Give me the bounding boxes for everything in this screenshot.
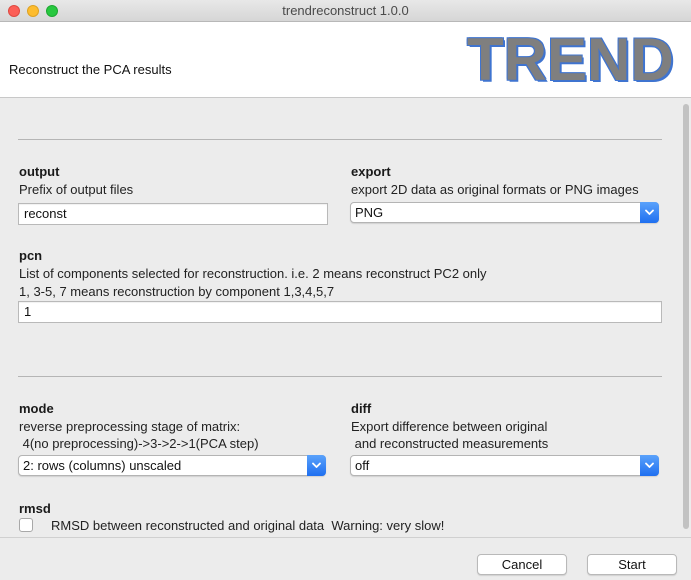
chevron-down-icon[interactable]	[640, 202, 659, 223]
rmsd-checkbox[interactable]	[19, 518, 33, 532]
section-divider	[18, 139, 662, 140]
start-button[interactable]: Start	[587, 554, 677, 575]
diff-select[interactable]: off	[350, 455, 659, 476]
mode-selected-value: 2: rows (columns) unscaled	[23, 458, 182, 473]
cancel-button[interactable]: Cancel	[477, 554, 567, 575]
export-selected-value: PNG	[355, 205, 384, 220]
page-title: Reconstruct the PCA results	[9, 62, 172, 77]
export-format-select[interactable]: PNG	[350, 202, 659, 223]
scrollbar-thumb[interactable]	[683, 104, 689, 529]
header-banner: Reconstruct the PCA results TREND	[0, 22, 691, 98]
pcn-components-input[interactable]: 1	[18, 301, 662, 323]
mode-description-line1: reverse preprocessing stage of matrix:	[19, 419, 241, 434]
pcn-description-line2: 1, 3-5, 7 means reconstruction by compon…	[19, 284, 335, 299]
chevron-down-icon[interactable]	[640, 455, 659, 476]
maximize-window-icon[interactable]	[46, 5, 58, 17]
close-window-icon[interactable]	[8, 5, 20, 17]
mode-label: mode	[19, 401, 54, 416]
diff-description-line2: and reconstructed measurements	[351, 436, 549, 451]
export-description: export 2D data as original formats or PN…	[351, 182, 639, 197]
output-description: Prefix of output files	[19, 182, 134, 197]
diff-description-line1: Export difference between original	[351, 419, 548, 434]
output-prefix-input[interactable]: reconst	[18, 203, 328, 225]
export-label: export	[351, 164, 391, 179]
pcn-description-line1: List of components selected for reconstr…	[19, 266, 487, 281]
trend-logo: TREND	[467, 26, 674, 93]
diff-selected-value: off	[355, 458, 370, 473]
mode-description-line2: 4(no preprocessing)->3->2->1(PCA step)	[19, 436, 259, 451]
mode-select[interactable]: 2: rows (columns) unscaled	[18, 455, 326, 476]
minimize-window-icon[interactable]	[27, 5, 39, 17]
rmsd-checkbox-label: RMSD between reconstructed and original …	[51, 518, 445, 533]
chevron-down-icon[interactable]	[307, 455, 326, 476]
diff-label: diff	[351, 401, 372, 416]
output-label: output	[19, 164, 60, 179]
window-title: trendreconstruct 1.0.0	[282, 3, 409, 18]
section-divider	[18, 376, 662, 377]
pcn-label: pcn	[19, 248, 43, 263]
rmsd-label: rmsd	[19, 501, 51, 516]
window-titlebar: trendreconstruct 1.0.0	[0, 0, 691, 22]
